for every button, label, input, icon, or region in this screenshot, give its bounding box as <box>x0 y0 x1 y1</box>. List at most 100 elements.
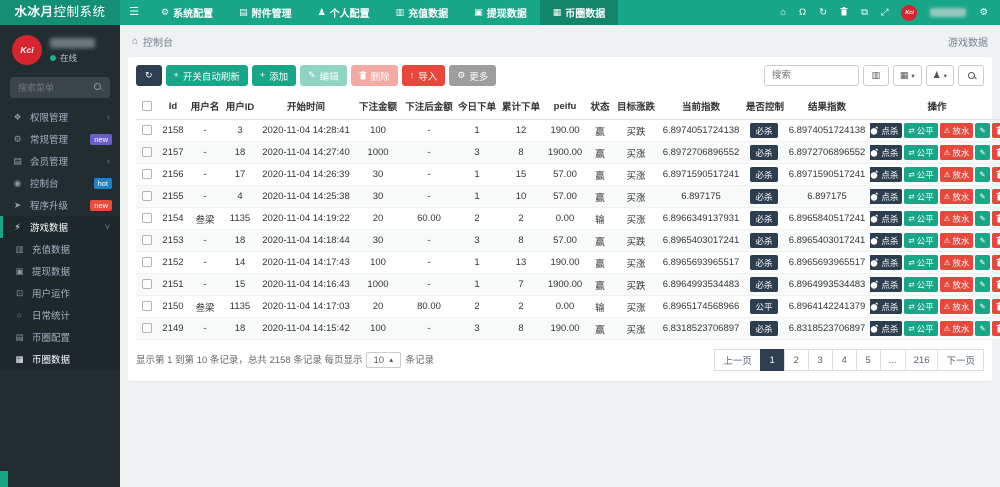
search-icon[interactable] <box>958 65 984 86</box>
col-目标涨跌[interactable]: 目标涨跌 <box>614 93 658 120</box>
topnav-item-充值数据[interactable]: ▥充值数据 <box>383 0 462 25</box>
action-pencil-icon[interactable]: ✎ <box>975 167 989 182</box>
page-216[interactable]: 216 <box>905 349 939 371</box>
action-pencil-icon[interactable]: ✎ <box>975 145 989 160</box>
row-checkbox[interactable] <box>142 125 152 135</box>
page-5[interactable]: 5 <box>856 349 881 371</box>
breadcrumb-left[interactable]: 控制台 <box>143 34 173 49</box>
action-pencil-icon[interactable]: ✎ <box>975 299 989 314</box>
action-放水[interactable]: ⚠放水 <box>940 255 974 270</box>
action-点杀[interactable]: 点杀 <box>870 277 902 292</box>
action-点杀[interactable]: 点杀 <box>870 233 902 248</box>
table-search-input[interactable] <box>764 65 859 86</box>
action-放水[interactable]: ⚠放水 <box>940 167 974 182</box>
action-公平[interactable]: ⇄公平 <box>904 255 937 270</box>
action-pencil-icon[interactable]: ✎ <box>975 123 989 138</box>
col-累计下单[interactable]: 累计下单 <box>498 93 544 120</box>
row-checkbox[interactable] <box>142 323 152 333</box>
action-公平[interactable]: ⇄公平 <box>904 321 937 336</box>
sidebar-item-常规管理[interactable]: ⚙常规管理new <box>0 128 120 150</box>
action-pencil-icon[interactable]: ✎ <box>975 211 989 226</box>
action-trash-icon[interactable] <box>992 211 1000 226</box>
sidebar-subitem-币圈配置[interactable]: ▤币圈配置 <box>0 326 120 348</box>
action-点杀[interactable]: 点杀 <box>870 189 902 204</box>
row-checkbox[interactable] <box>142 235 152 245</box>
topnav-item-附件管理[interactable]: ▤附件管理 <box>226 0 305 25</box>
col-Id[interactable]: Id <box>158 93 188 120</box>
action-pencil-icon[interactable]: ✎ <box>975 189 989 204</box>
sidebar-subitem-日常统计[interactable]: ○日常统计 <box>0 304 120 326</box>
row-checkbox[interactable] <box>142 213 152 223</box>
sidebar-subitem-用户运作[interactable]: ⊡用户运作 <box>0 282 120 304</box>
action-放水[interactable]: ⚠放水 <box>940 299 974 314</box>
columns-icon[interactable]: ▥ <box>863 65 889 86</box>
col-操作[interactable]: 操作 <box>870 93 1000 120</box>
sidebar-subitem-币圈数据[interactable]: ▦币圈数据 <box>0 348 120 370</box>
export-dropdown-icon[interactable]: ♟▾ <box>926 65 954 86</box>
page-2[interactable]: 2 <box>784 349 809 371</box>
action-pencil-icon[interactable]: ✎ <box>975 321 989 336</box>
hamburger-icon[interactable]: ☰ <box>120 0 148 25</box>
action-公平[interactable]: ⇄公平 <box>904 145 937 160</box>
col-结果指数[interactable]: 结果指数 <box>784 93 870 120</box>
topnav-item-个人配置[interactable]: ♟个人配置 <box>305 0 383 25</box>
page-size-select[interactable]: 10▲ <box>366 352 401 368</box>
action-公平[interactable]: ⇄公平 <box>904 299 937 314</box>
action-公平[interactable]: ⇄公平 <box>904 189 937 204</box>
fullscreen-icon[interactable]: ⤢ <box>881 8 889 18</box>
page-下一页[interactable]: 下一页 <box>937 349 984 371</box>
action-放水[interactable]: ⚠放水 <box>940 211 974 226</box>
action-公平[interactable]: ⇄公平 <box>904 233 937 248</box>
action-trash-icon[interactable] <box>992 145 1000 160</box>
action-公平[interactable]: ⇄公平 <box>904 123 937 138</box>
action-trash-icon[interactable] <box>992 255 1000 270</box>
refresh-icon[interactable]: ↻ <box>819 8 827 18</box>
row-checkbox[interactable] <box>142 169 152 179</box>
action-pencil-icon[interactable]: ✎ <box>975 255 989 270</box>
trash-icon[interactable] <box>840 7 848 19</box>
row-checkbox[interactable] <box>142 191 152 201</box>
action-trash-icon[interactable] <box>992 321 1000 336</box>
row-checkbox[interactable] <box>142 257 152 267</box>
row-checkbox[interactable] <box>142 279 152 289</box>
action-pencil-icon[interactable]: ✎ <box>975 233 989 248</box>
topnav-item-提现数据[interactable]: ▣提现数据 <box>461 0 540 25</box>
action-公平[interactable]: ⇄公平 <box>904 167 937 182</box>
action-公平[interactable]: ⇄公平 <box>904 277 937 292</box>
action-放水[interactable]: ⚠放水 <box>940 233 974 248</box>
row-checkbox[interactable] <box>142 301 152 311</box>
col-下注金额[interactable]: 下注金额 <box>354 93 402 120</box>
action-点杀[interactable]: 点杀 <box>870 123 902 138</box>
col-下注后金额[interactable]: 下注后金额 <box>402 93 456 120</box>
toolbar-开关自动刷新[interactable]: +开关自动刷新 <box>166 65 248 86</box>
action-trash-icon[interactable] <box>992 123 1000 138</box>
toolbar-导入[interactable]: ↑导入 <box>402 65 446 86</box>
select-all-checkbox[interactable] <box>142 101 152 111</box>
col-是否控制[interactable]: 是否控制 <box>744 93 784 120</box>
sidebar-item-会员管理[interactable]: ▤会员管理‹ <box>0 150 120 172</box>
sidebar-item-权限管理[interactable]: ❖权限管理‹ <box>0 106 120 128</box>
action-放水[interactable]: ⚠放水 <box>940 145 974 160</box>
action-点杀[interactable]: 点杀 <box>870 321 902 336</box>
page-4[interactable]: 4 <box>832 349 857 371</box>
action-点杀[interactable]: 点杀 <box>870 255 902 270</box>
action-点杀[interactable]: 点杀 <box>870 145 902 160</box>
col-今日下单[interactable]: 今日下单 <box>456 93 498 120</box>
toolbar-删除[interactable]: 删除 <box>351 65 398 86</box>
sidebar-item-程序升级[interactable]: ➤程序升级new <box>0 194 120 216</box>
action-放水[interactable]: ⚠放水 <box>940 123 974 138</box>
toolbar-编辑[interactable]: ✎编辑 <box>300 65 347 86</box>
action-trash-icon[interactable] <box>992 299 1000 314</box>
topnav-item-系统配置[interactable]: ⚙系统配置 <box>148 0 226 25</box>
col-用户名[interactable]: 用户名 <box>188 93 222 120</box>
toolbar-refresh-icon[interactable]: ↻ <box>136 65 162 86</box>
col-当前指数[interactable]: 当前指数 <box>658 93 744 120</box>
action-trash-icon[interactable] <box>992 233 1000 248</box>
col-状态[interactable]: 状态 <box>586 93 614 120</box>
sidebar-subitem-充值数据[interactable]: ▥充值数据 <box>0 238 120 260</box>
sidebar-item-控制台[interactable]: ◉控制台hot <box>0 172 120 194</box>
col-用户ID[interactable]: 用户ID <box>222 93 258 120</box>
col-peifu[interactable]: peifu <box>544 93 586 120</box>
toolbar-更多[interactable]: ⚙更多 <box>449 65 496 86</box>
action-点杀[interactable]: 点杀 <box>870 299 902 314</box>
